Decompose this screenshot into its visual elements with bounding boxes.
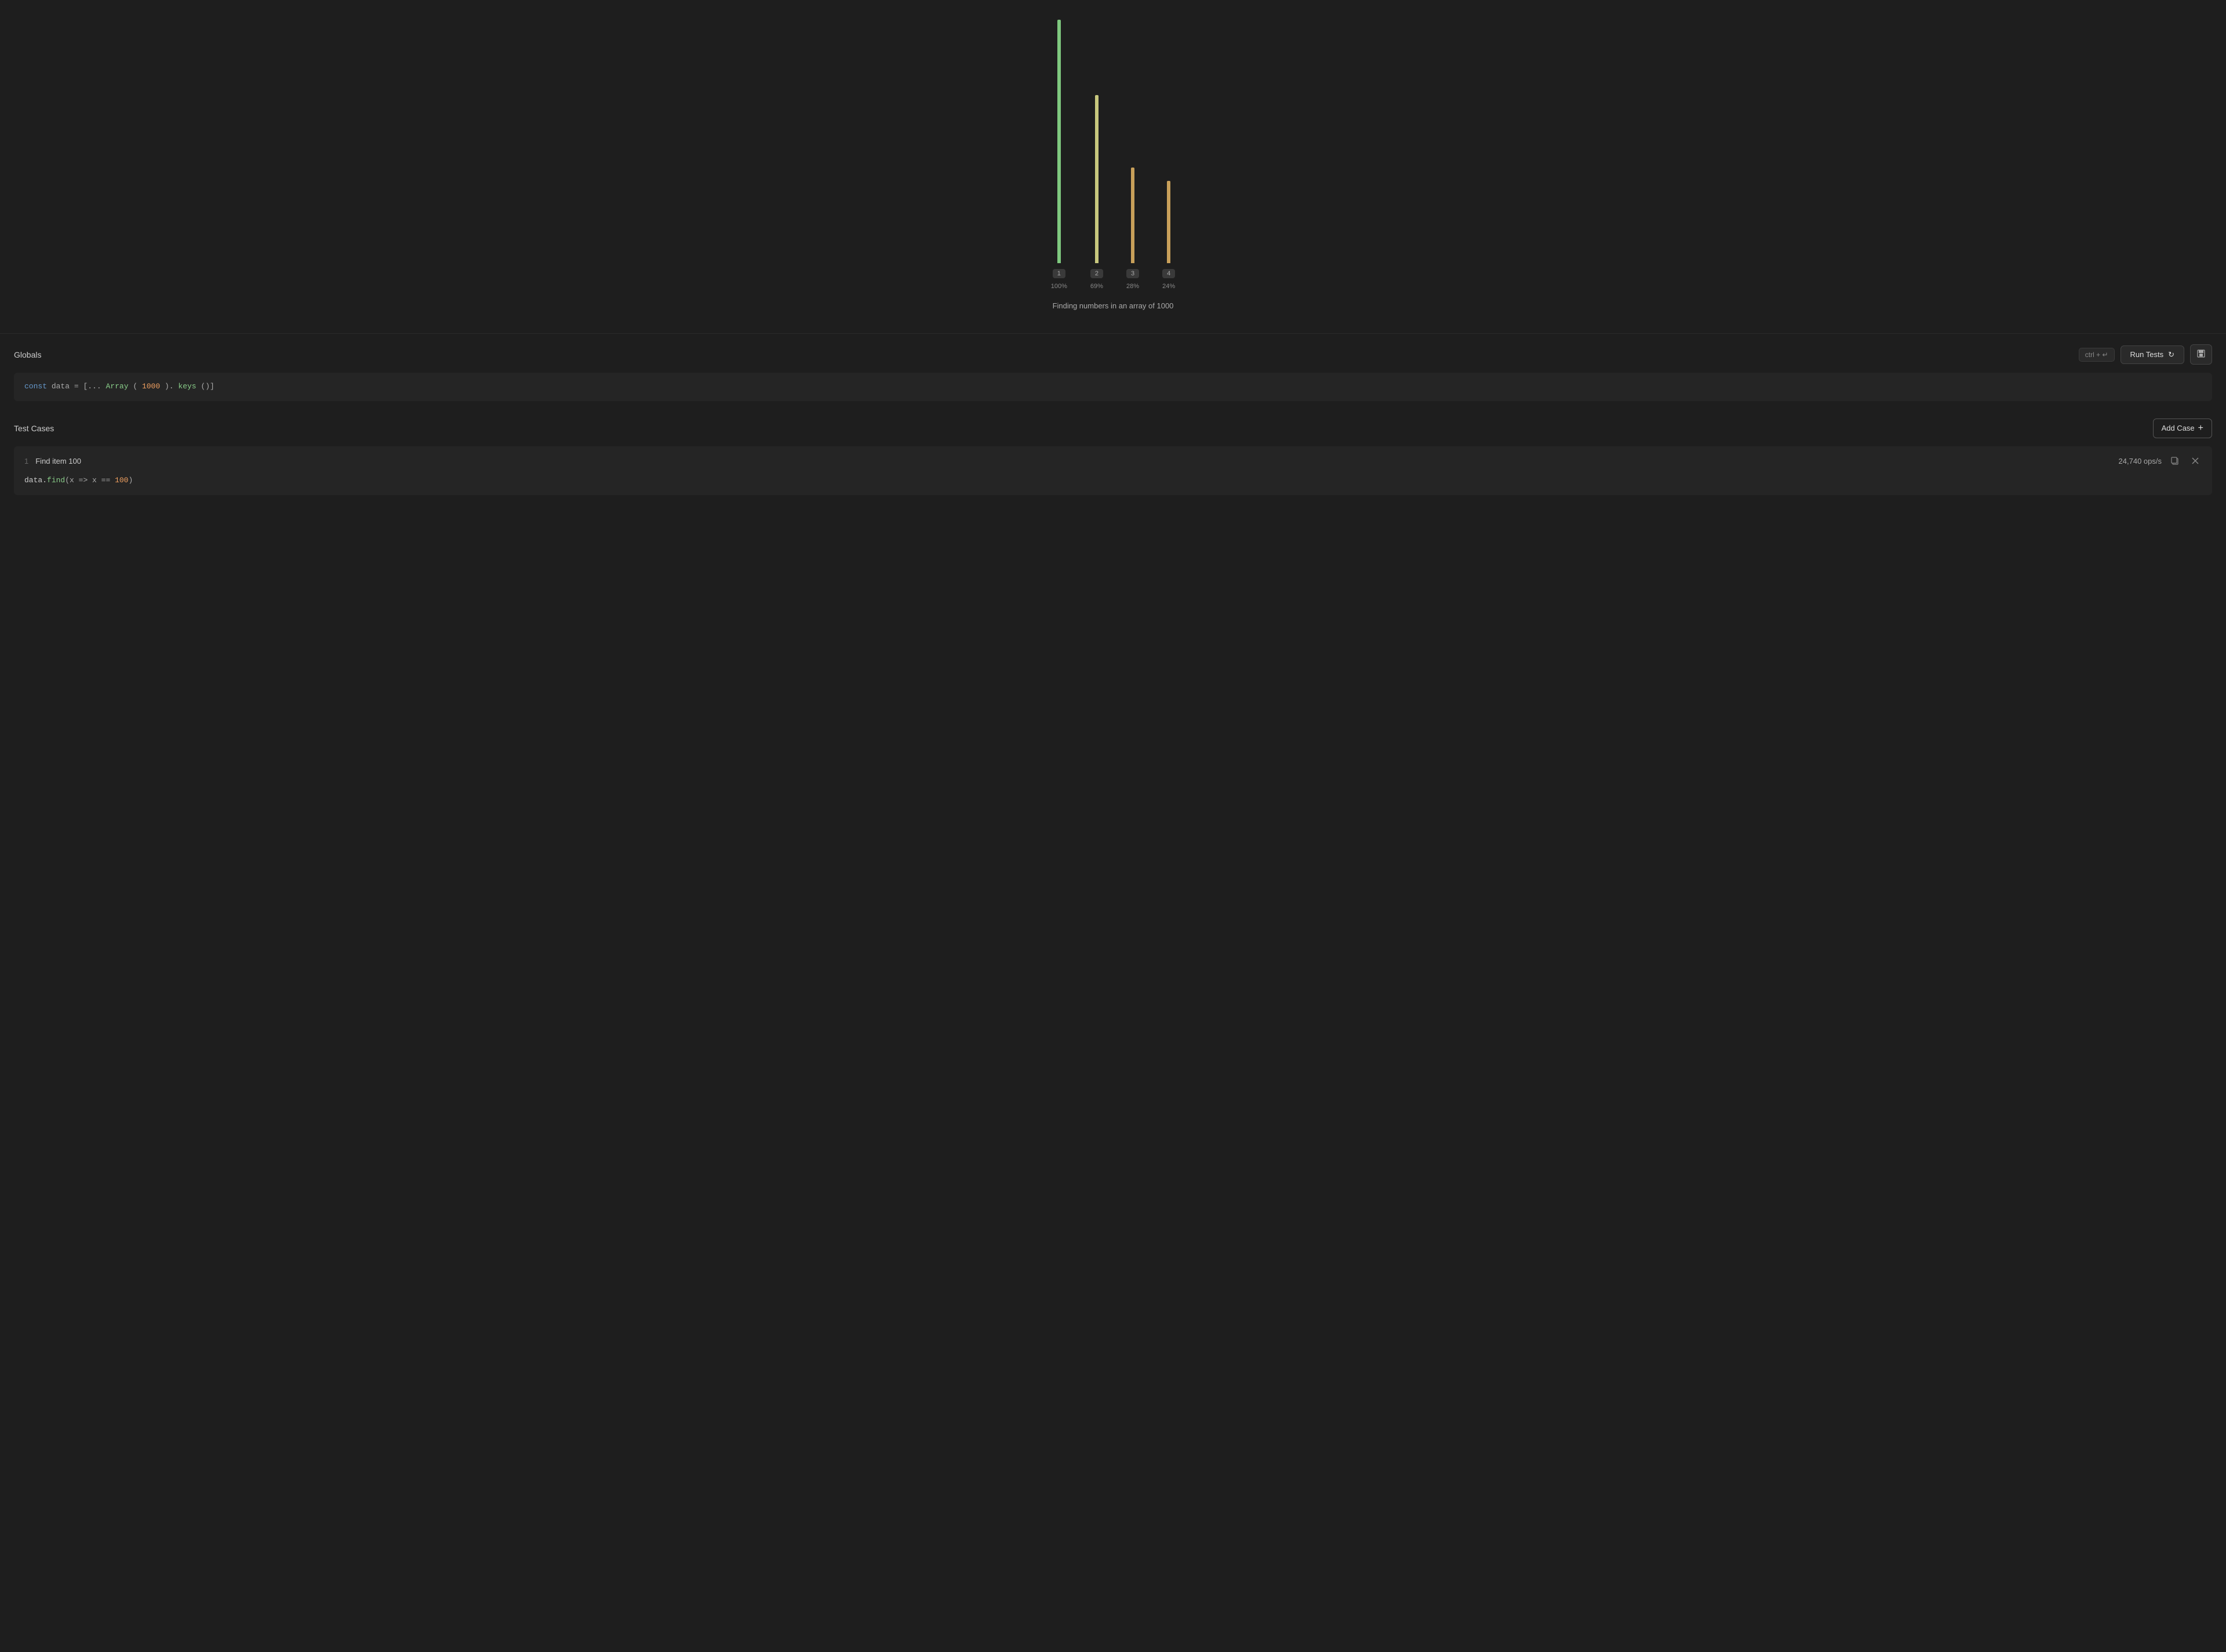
keys-method: keys bbox=[178, 382, 196, 391]
bar-3 bbox=[1131, 168, 1134, 263]
delete-button-1[interactable] bbox=[2189, 454, 2202, 467]
const-keyword: const bbox=[24, 382, 47, 391]
find-method: find bbox=[47, 476, 65, 485]
test-case-1-meta: 24,740 ops/s bbox=[2119, 454, 2202, 468]
bar-2 bbox=[1095, 95, 1099, 263]
paren-close: ). bbox=[165, 382, 174, 391]
ops-value-1: 24,740 ops/s bbox=[2119, 457, 2162, 465]
bar-label-4: 4 bbox=[1162, 269, 1175, 278]
bar-group-4: 4 24% bbox=[1162, 181, 1175, 290]
save-button[interactable] bbox=[2190, 344, 2212, 365]
keys-parens: ()] bbox=[201, 382, 214, 391]
paren-open: ( bbox=[133, 382, 137, 391]
test-cases-section: Test Cases Add Case + 1 Find item 100 24… bbox=[0, 408, 2226, 495]
case-name-1: Find item 100 bbox=[35, 457, 81, 465]
array-constructor: Array bbox=[106, 382, 128, 391]
add-case-button[interactable]: Add Case + bbox=[2153, 419, 2212, 438]
bar-4 bbox=[1167, 181, 1170, 263]
case-number-1: 1 bbox=[24, 457, 28, 465]
test-case-1-num-title: 1 Find item 100 bbox=[24, 457, 81, 465]
chart-section: 1 100% 2 69% 3 28% 4 24% Finding numbers… bbox=[0, 0, 2226, 316]
test-cases-title: Test Cases bbox=[14, 424, 54, 433]
test-case-1-header: 1 Find item 100 24,740 ops/s bbox=[24, 454, 2202, 468]
globals-section: Globals ctrl + ↵ Run Tests ↻ const data bbox=[0, 334, 2226, 408]
bar-1 bbox=[1057, 20, 1061, 263]
bar-group-1: 1 100% bbox=[1051, 20, 1067, 290]
equals: = [... bbox=[74, 382, 101, 391]
array-size: 1000 bbox=[142, 382, 160, 391]
run-tests-button[interactable]: Run Tests ↻ bbox=[2120, 345, 2184, 364]
bar-pct-2: 69% bbox=[1090, 283, 1103, 290]
bar-group-2: 2 69% bbox=[1090, 95, 1103, 290]
test-case-1-code[interactable]: data.find(x => x == 100) bbox=[24, 475, 2202, 487]
test-case-item-1: 1 Find item 100 24,740 ops/s bbox=[14, 446, 2212, 495]
copy-button-1[interactable] bbox=[2169, 454, 2182, 468]
bar-pct-4: 24% bbox=[1162, 283, 1175, 290]
run-tests-label: Run Tests bbox=[2130, 350, 2164, 359]
globals-code-block[interactable]: const data = [... Array ( 1000 ). keys (… bbox=[14, 373, 2212, 401]
var-name: data bbox=[52, 382, 70, 391]
save-icon bbox=[2196, 349, 2206, 360]
refresh-icon: ↻ bbox=[2168, 350, 2174, 359]
bar-label-3: 3 bbox=[1126, 269, 1139, 278]
bar-chart: 1 100% 2 69% 3 28% 4 24% bbox=[1051, 12, 1176, 290]
data-obj: data. bbox=[24, 476, 47, 485]
chart-title: Finding numbers in an array of 1000 bbox=[1053, 301, 1174, 310]
find-close: ) bbox=[128, 476, 133, 485]
keyboard-shortcut: ctrl + ↵ bbox=[2079, 348, 2115, 362]
find-value: 100 bbox=[115, 476, 128, 485]
bar-pct-3: 28% bbox=[1126, 283, 1139, 290]
add-case-label: Add Case bbox=[2162, 424, 2195, 432]
globals-header: Globals ctrl + ↵ Run Tests ↻ bbox=[14, 344, 2212, 365]
plus-icon: + bbox=[2198, 423, 2203, 434]
bar-label-1: 1 bbox=[1053, 269, 1065, 278]
globals-title: Globals bbox=[14, 350, 41, 359]
bar-pct-1: 100% bbox=[1051, 283, 1067, 290]
test-cases-header: Test Cases Add Case + bbox=[14, 419, 2212, 438]
globals-actions: ctrl + ↵ Run Tests ↻ bbox=[2079, 344, 2212, 365]
bar-label-2: 2 bbox=[1090, 269, 1103, 278]
find-args: (x => x == bbox=[65, 476, 115, 485]
bar-group-3: 3 28% bbox=[1126, 168, 1139, 290]
